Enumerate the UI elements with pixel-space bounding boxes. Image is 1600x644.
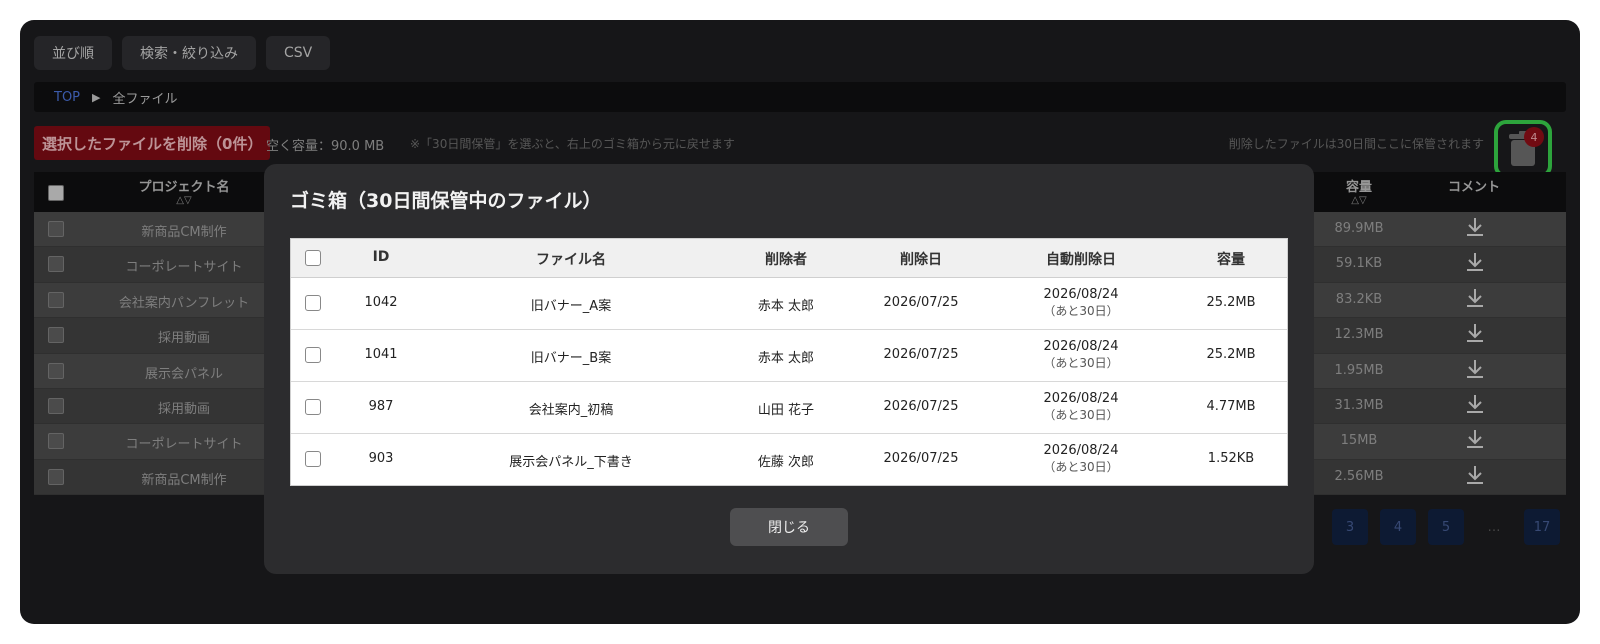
row-deleted-on: 2026/07/25: [883, 347, 959, 362]
close-button[interactable]: 閉じる: [730, 508, 848, 546]
row-size: 1.52KB: [1207, 451, 1255, 466]
header-id: ID: [372, 249, 390, 265]
header-auto-delete: 自動削除日: [1046, 252, 1116, 268]
row-auto-delete: 2026/08/24 （あと30日）: [1021, 442, 1141, 476]
row-deleted-on: 2026/07/25: [883, 399, 959, 414]
trash-table: ID ファイル名 削除者 削除日 自動削除日 容量 1042 旧バナー_A案 赤…: [290, 238, 1288, 486]
row-checkbox[interactable]: [305, 295, 321, 311]
row-deleted-by: 山田 花子: [757, 403, 815, 418]
row-auto-delete: 2026/08/24 （あと30日）: [1021, 286, 1141, 320]
table-row: 903 展示会パネル_下書き 佐藤 次郎 2026/07/25 2026/08/…: [291, 434, 1287, 485]
row-checkbox[interactable]: [305, 399, 321, 415]
row-filename: 会社案内_初稿: [528, 403, 614, 418]
header-deleted-by: 削除者: [765, 252, 807, 268]
row-deleted-by: 佐藤 次郎: [757, 455, 815, 470]
row-deleted-on: 2026/07/25: [883, 451, 959, 466]
trash-modal: ゴミ箱（30日間保管中のファイル） ID ファイル名 削除者 削除日 自動削除日…: [264, 164, 1314, 574]
row-checkbox[interactable]: [305, 347, 321, 363]
remaining-days: （あと30日）: [1043, 356, 1119, 370]
row-id: 987: [368, 399, 394, 414]
row-auto-delete: 2026/08/24 （あと30日）: [1021, 390, 1141, 424]
row-deleted-by: 赤本 太郎: [757, 299, 815, 314]
row-filename: 展示会パネル_下書き: [509, 455, 633, 470]
auto-delete-date: 2026/08/24: [1043, 287, 1119, 302]
auto-delete-date: 2026/08/24: [1043, 391, 1119, 406]
remaining-days: （あと30日）: [1043, 304, 1119, 318]
table-row: 1041 旧バナー_B案 赤本 太郎 2026/07/25 2026/08/24…: [291, 330, 1287, 382]
remaining-days: （あと30日）: [1043, 408, 1119, 422]
remaining-days: （あと30日）: [1043, 460, 1119, 474]
modal-title: ゴミ箱（30日間保管中のファイル）: [290, 190, 602, 212]
row-filename: 旧バナー_B案: [530, 351, 612, 366]
row-auto-delete: 2026/08/24 （あと30日）: [1021, 338, 1141, 372]
trash-select-all-checkbox[interactable]: [305, 250, 321, 266]
row-size: 25.2MB: [1206, 347, 1256, 362]
header-size: 容量: [1217, 252, 1245, 268]
row-filename: 旧バナー_A案: [530, 299, 612, 314]
app-window: 並び順 検索・絞り込み CSV TOP ▶ 全ファイル 選択したファイルを削除（…: [20, 20, 1580, 624]
auto-delete-date: 2026/08/24: [1043, 443, 1119, 458]
row-id: 1042: [364, 295, 398, 310]
table-row: 987 会社案内_初稿 山田 花子 2026/07/25 2026/08/24 …: [291, 382, 1287, 434]
row-id: 903: [368, 451, 394, 466]
row-deleted-on: 2026/07/25: [883, 295, 959, 310]
row-deleted-by: 赤本 太郎: [757, 351, 815, 366]
header-filename: ファイル名: [536, 252, 606, 268]
row-size: 4.77MB: [1206, 399, 1256, 414]
table-row: 1042 旧バナー_A案 赤本 太郎 2026/07/25 2026/08/24…: [291, 278, 1287, 330]
trash-table-header: ID ファイル名 削除者 削除日 自動削除日 容量: [291, 239, 1287, 278]
row-id: 1041: [364, 347, 398, 362]
row-size: 25.2MB: [1206, 295, 1256, 310]
auto-delete-date: 2026/08/24: [1043, 339, 1119, 354]
row-checkbox[interactable]: [305, 451, 321, 467]
header-deleted-on: 削除日: [900, 252, 942, 268]
